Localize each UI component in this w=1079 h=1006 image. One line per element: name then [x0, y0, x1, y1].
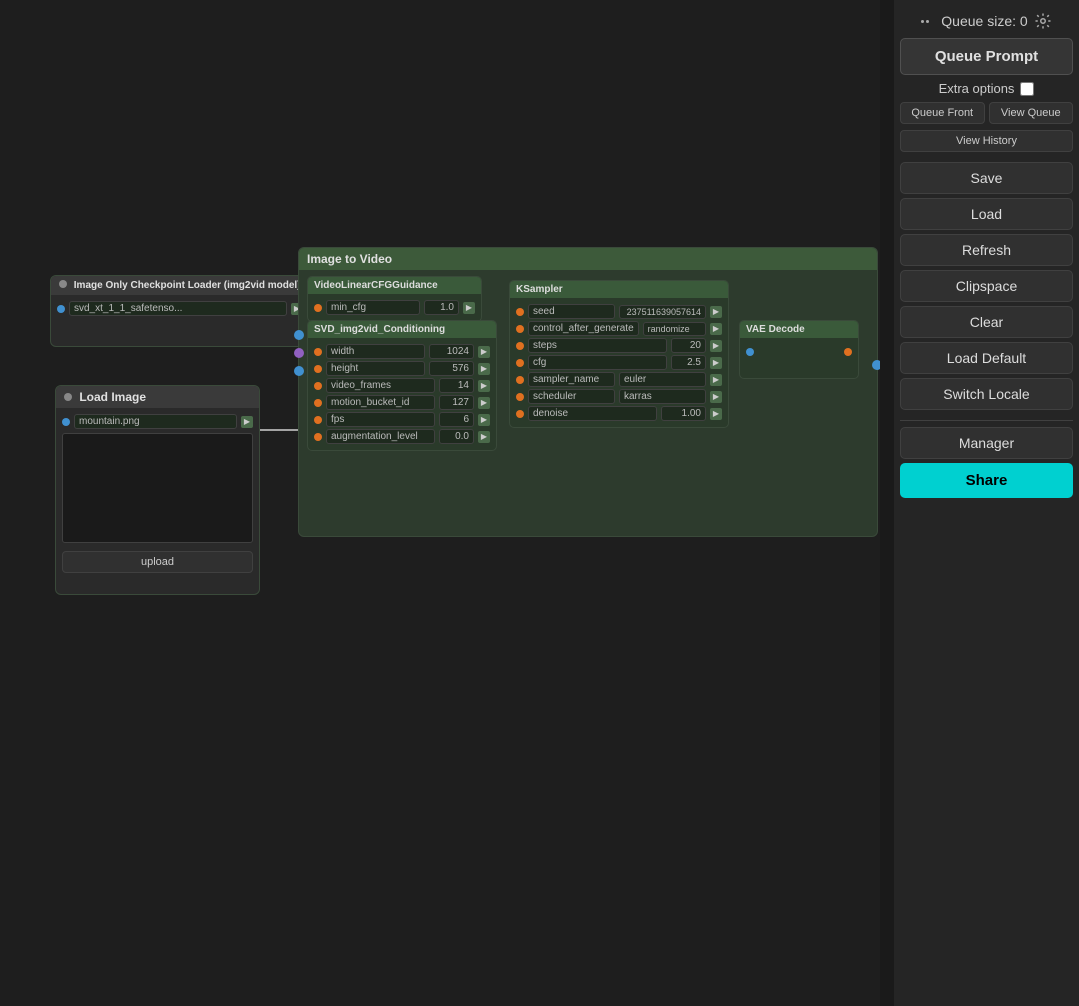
image-to-video-title: Image to Video: [299, 248, 877, 270]
canvas-area[interactable]: Image Only Checkpoint Loader (img2vid mo…: [0, 0, 880, 1006]
load-image-node: Load Image mountain.png ▶ upload: [55, 385, 260, 595]
manager-button[interactable]: Manager: [900, 427, 1073, 459]
load-image-title: Load Image: [56, 386, 259, 408]
ksampler-node: KSampler seed 237511639057614 ▶ control_…: [509, 280, 729, 428]
video-linear-cfg-node: VideoLinearCFGGuidance min_cfg 1.0 ▶: [307, 276, 482, 322]
queue-front-view-row: Queue Front View Queue: [900, 102, 1073, 124]
view-queue-button[interactable]: View Queue: [989, 102, 1074, 124]
gear-icon[interactable]: [1034, 12, 1052, 30]
save-button[interactable]: Save: [900, 162, 1073, 194]
dots-icon[interactable]: [921, 14, 935, 28]
sidebar: Queue size: 0 Queue Prompt Extra options…: [894, 0, 1079, 1006]
queue-front-button[interactable]: Queue Front: [900, 102, 985, 124]
extra-options-row: Extra options: [900, 81, 1073, 96]
load-default-button[interactable]: Load Default: [900, 342, 1073, 374]
svd-conditioning-node: SVD_img2vid_Conditioning width1024▶ heig…: [307, 320, 497, 451]
clipspace-button[interactable]: Clipspace: [900, 270, 1073, 302]
queue-prompt-button[interactable]: Queue Prompt: [900, 38, 1073, 75]
min-cfg-arrow[interactable]: ▶: [463, 302, 475, 314]
upload-button[interactable]: upload: [62, 551, 253, 573]
divider: [900, 420, 1073, 421]
queue-size-label: Queue size: 0: [941, 13, 1027, 29]
view-history-button[interactable]: View History: [900, 130, 1073, 152]
switch-locale-button[interactable]: Switch Locale: [900, 378, 1073, 410]
vae-decode-node: VAE Decode: [739, 320, 859, 379]
load-button[interactable]: Load: [900, 198, 1073, 230]
clear-button[interactable]: Clear: [900, 306, 1073, 338]
image-to-video-node: Image to Video VideoLinearCFGGuidance mi…: [298, 247, 878, 537]
queue-size-row: Queue size: 0: [900, 12, 1073, 30]
refresh-button[interactable]: Refresh: [900, 234, 1073, 266]
extra-options-checkbox[interactable]: [1020, 82, 1034, 96]
load-image-arrow[interactable]: ▶: [241, 416, 253, 428]
share-button[interactable]: Share: [900, 463, 1073, 498]
checkpoint-loader-node: Image Only Checkpoint Loader (img2vid mo…: [50, 275, 310, 347]
checkpoint-loader-title: Image Only Checkpoint Loader (img2vid mo…: [51, 276, 309, 295]
